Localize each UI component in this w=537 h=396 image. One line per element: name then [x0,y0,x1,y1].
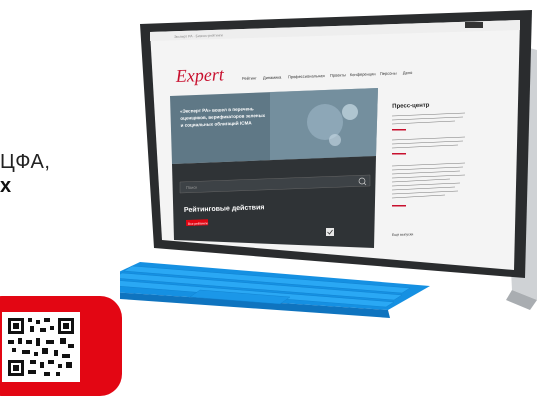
press-more-link[interactable]: Ещё выпуски [392,232,414,237]
left-caption: ЦФА, х [0,150,110,198]
qr-card [0,296,122,396]
nav-item-4[interactable]: Проекты [330,72,346,78]
caption-line-1: ЦФА, [0,151,51,173]
nav-item-1[interactable]: Рейтинг [242,75,257,81]
caption-line-2: х [0,175,12,197]
tablet-device: Эксперт РА · Бизнес-рейтинги Expert Рейт… [120,10,537,318]
nav-item-5[interactable]: Конференции [350,71,376,77]
check-toggle[interactable] [326,228,334,236]
nav-item-6[interactable]: Персоны [380,71,397,77]
nav-item-2[interactable]: Динамика [263,75,282,81]
ratings-tag-label: Все рейтинги [188,221,208,226]
ratings-panel [172,156,376,248]
nav-item-7[interactable]: Дело [403,70,413,75]
search-placeholder: Поиск [186,185,198,190]
qr-code [2,312,80,382]
site-logo: Expert [174,64,225,86]
